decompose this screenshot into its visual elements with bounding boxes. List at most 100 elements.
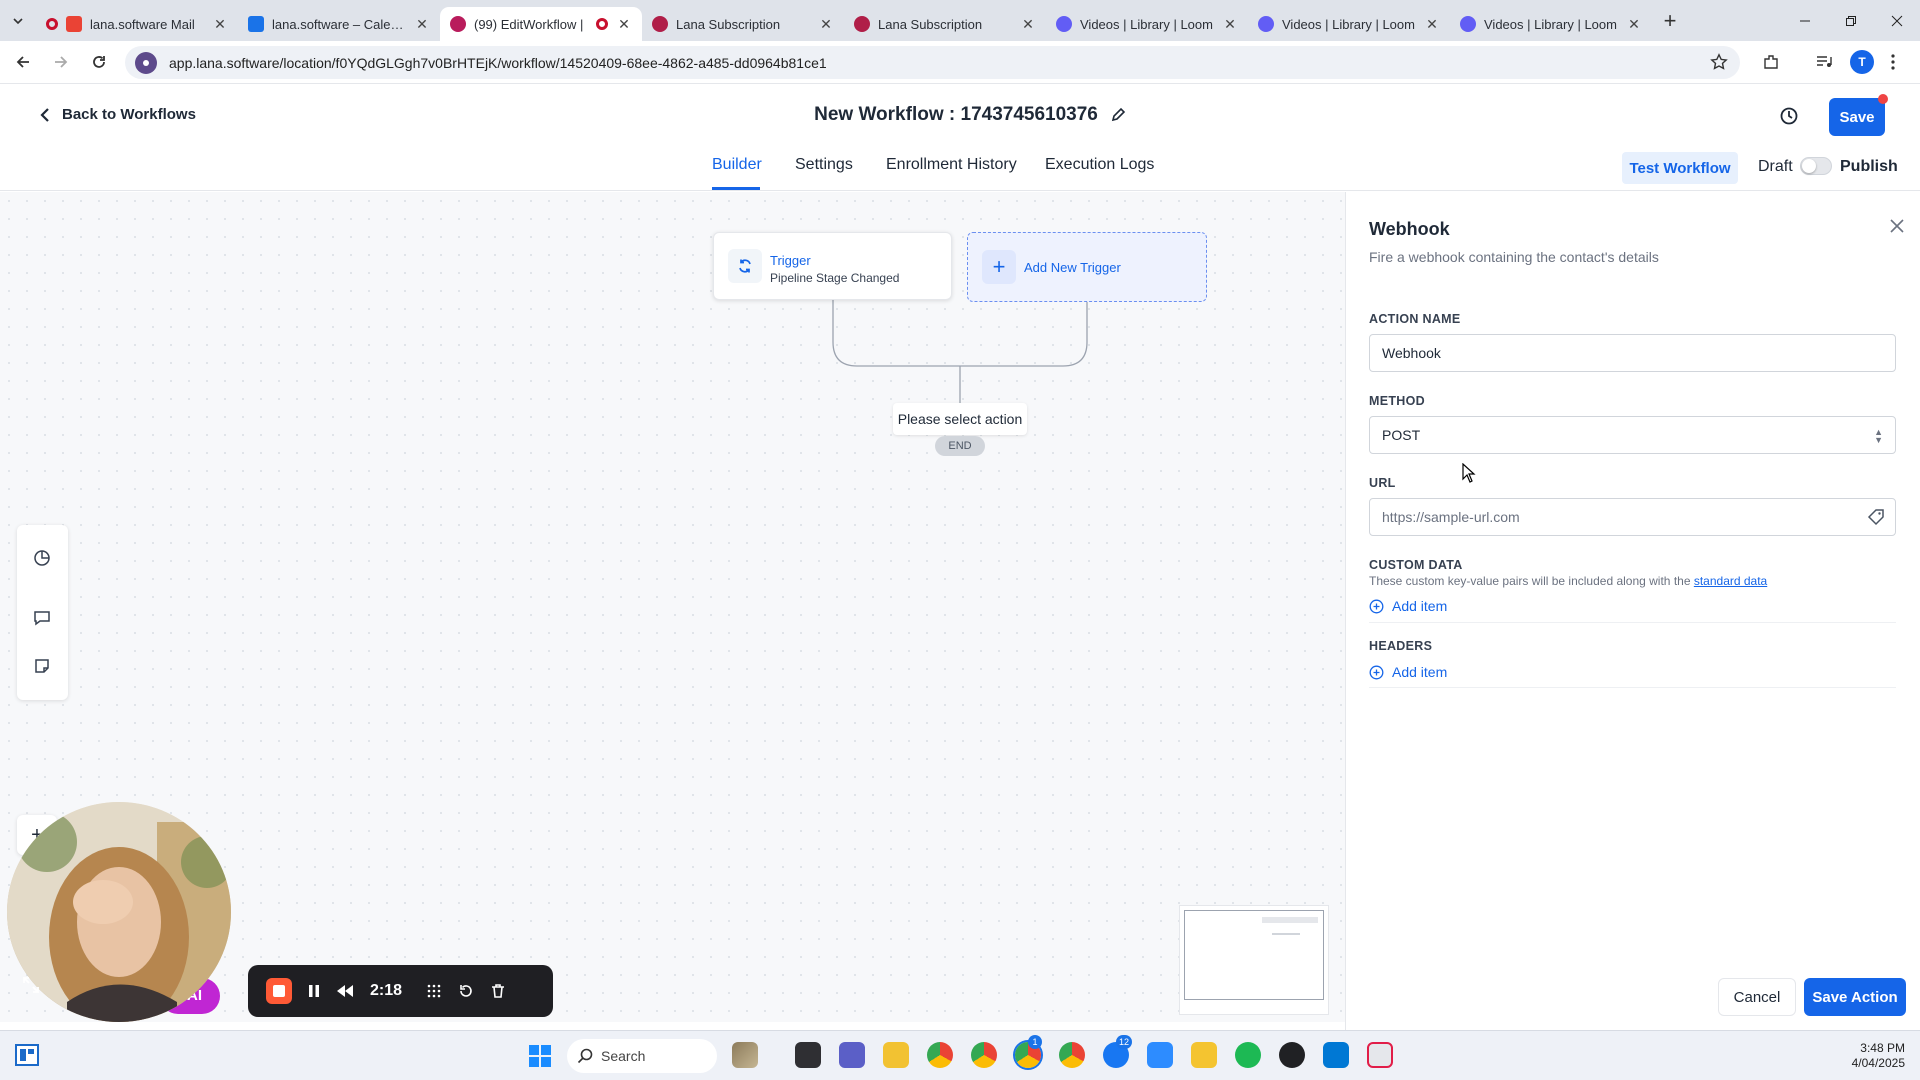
reload-icon[interactable]: [84, 47, 114, 77]
taskbar-notes-icon[interactable]: [1191, 1042, 1217, 1068]
chrome-badge: 1: [1028, 1035, 1042, 1049]
rewind-icon[interactable]: [336, 984, 354, 998]
add-circle-icon: [1369, 665, 1384, 680]
webhook-action-panel: Webhook Fire a webhook containing the co…: [1345, 192, 1920, 1030]
browser-tab-mail[interactable]: lana.software Mail ✕: [36, 7, 238, 41]
search-icon: [577, 1048, 593, 1064]
minimize-icon[interactable]: [1782, 0, 1828, 41]
loom-favicon-icon: [1258, 16, 1274, 32]
recording-indicator-icon: [596, 18, 608, 30]
tab-close-icon[interactable]: ✕: [1424, 16, 1440, 33]
media-controls-icon[interactable]: [1815, 53, 1833, 71]
taskbar-app-icon[interactable]: [1323, 1042, 1349, 1068]
minimap-viewport: [1184, 910, 1324, 1000]
new-tab-button[interactable]: +: [1652, 8, 1688, 34]
method-select[interactable]: POST ▲ ▼: [1369, 416, 1896, 454]
tab-enrollment-history[interactable]: Enrollment History: [886, 156, 1017, 174]
site-info-icon[interactable]: [135, 51, 157, 74]
widgets-icon[interactable]: [15, 1044, 39, 1066]
forward-arrow-icon[interactable]: [46, 47, 76, 77]
close-icon[interactable]: [1890, 219, 1904, 233]
tab-close-icon[interactable]: ✕: [212, 16, 228, 33]
taskbar-file-explorer-icon[interactable]: [883, 1042, 909, 1068]
add-new-trigger-node[interactable]: + Add New Trigger: [967, 232, 1207, 302]
taskbar-chrome-icon[interactable]: [971, 1042, 997, 1068]
browser-tab-calendar[interactable]: lana.software – Calendar ✕: [238, 7, 440, 41]
browser-tab-edit-workflow[interactable]: (99) EditWorkflow | ✕: [440, 7, 642, 41]
tab-execution-logs[interactable]: Execution Logs: [1045, 156, 1154, 174]
browser-tab-loom[interactable]: Videos | Library | Loom ✕: [1450, 7, 1652, 41]
tab-settings[interactable]: Settings: [795, 156, 853, 174]
save-action-button[interactable]: Save Action: [1804, 978, 1906, 1016]
standard-data-link[interactable]: standard data: [1694, 574, 1767, 588]
browser-menu-icon[interactable]: [1890, 53, 1896, 71]
select-action-node[interactable]: Please select action: [893, 403, 1027, 435]
taskbar-search[interactable]: Search: [567, 1039, 717, 1073]
browser-tab-loom[interactable]: Videos | Library | Loom ✕: [1248, 7, 1450, 41]
restore-icon[interactable]: [1828, 0, 1874, 41]
tab-builder[interactable]: Builder: [712, 156, 762, 174]
tab-close-icon[interactable]: ✕: [414, 16, 430, 33]
add-header-item-button[interactable]: Add item: [1369, 664, 1447, 680]
taskbar-zoom-icon[interactable]: [1147, 1042, 1173, 1068]
custom-data-help: These custom key-value pairs will be inc…: [1369, 574, 1767, 588]
taskbar-chrome-icon[interactable]: [1059, 1042, 1085, 1068]
webcam-bubble[interactable]: [7, 802, 231, 1022]
expand-camera-icon[interactable]: [22, 976, 40, 994]
tab-close-icon[interactable]: ✕: [616, 16, 632, 33]
taskbar-snipping-icon[interactable]: [1367, 1042, 1393, 1068]
pause-icon[interactable]: [308, 984, 320, 998]
save-button[interactable]: Save: [1829, 98, 1885, 136]
method-value: POST: [1382, 427, 1421, 443]
profile-avatar[interactable]: T: [1850, 50, 1874, 74]
tag-icon[interactable]: [1867, 508, 1885, 526]
close-window-icon[interactable]: [1874, 0, 1920, 41]
browser-toolbar: app.lana.software/location/f0YQdGLGgh7v0…: [0, 41, 1920, 84]
url-label: URL: [1369, 476, 1396, 490]
browser-tab-loom[interactable]: Videos | Library | Loom ✕: [1046, 7, 1248, 41]
canvas-minimap[interactable]: [1179, 905, 1329, 1015]
tab-title: Lana Subscription: [676, 16, 781, 32]
pie-chart-icon[interactable]: [29, 545, 55, 571]
tab-close-icon[interactable]: ✕: [1626, 16, 1642, 33]
back-arrow-icon[interactable]: [8, 47, 38, 77]
loom-favicon-icon: [1460, 16, 1476, 32]
test-workflow-button[interactable]: Test Workflow: [1622, 152, 1738, 184]
note-icon[interactable]: [29, 653, 55, 679]
comment-icon[interactable]: [29, 605, 55, 631]
edit-pencil-icon[interactable]: [1110, 107, 1126, 123]
add-custom-data-item-button[interactable]: Add item: [1369, 598, 1447, 614]
draft-label: Draft: [1758, 158, 1793, 175]
bookmark-star-icon[interactable]: [1710, 53, 1728, 71]
tab-search-chevron-icon[interactable]: [0, 0, 36, 41]
url-input[interactable]: https://sample-url.com: [1369, 498, 1896, 536]
tab-close-icon[interactable]: ✕: [1020, 16, 1036, 33]
action-name-input[interactable]: Webhook: [1369, 334, 1896, 372]
restart-icon[interactable]: [458, 983, 474, 999]
taskbar-clock[interactable]: 3:48 PM 4/04/2025: [1845, 1041, 1905, 1071]
trash-icon[interactable]: [490, 983, 506, 999]
publish-toggle[interactable]: [1800, 157, 1832, 175]
stop-recording-button[interactable]: [266, 978, 292, 1004]
grid-drag-icon[interactable]: [426, 983, 442, 999]
version-history-icon[interactable]: [1779, 106, 1799, 126]
browser-tab-subscription[interactable]: Lana Subscription ✕: [844, 7, 1046, 41]
browser-tab-subscription[interactable]: Lana Subscription ✕: [642, 7, 844, 41]
cancel-button[interactable]: Cancel: [1718, 978, 1796, 1016]
trigger-node[interactable]: Trigger Pipeline Stage Changed: [713, 232, 952, 300]
taskbar-chrome-icon[interactable]: [927, 1042, 953, 1068]
trigger-subtitle: Pipeline Stage Changed: [770, 271, 900, 285]
taskbar-teams-icon[interactable]: [839, 1042, 865, 1068]
tab-title: Videos | Library | Loom: [1484, 16, 1617, 32]
tab-title: lana.software Mail: [90, 16, 195, 32]
windows-start-icon[interactable]: [528, 1044, 552, 1068]
address-bar[interactable]: app.lana.software/location/f0YQdGLGgh7v0…: [125, 46, 1740, 79]
tab-close-icon[interactable]: ✕: [1222, 16, 1238, 33]
taskbar-terminal-icon[interactable]: [795, 1042, 821, 1068]
extensions-icon[interactable]: [1762, 53, 1780, 71]
tab-close-icon[interactable]: ✕: [818, 16, 834, 33]
tab-title: Lana Subscription: [878, 16, 983, 32]
taskbar-spotify-icon[interactable]: [1235, 1042, 1261, 1068]
taskbar-app-photo-icon[interactable]: [732, 1042, 758, 1068]
taskbar-app-icon[interactable]: [1279, 1042, 1305, 1068]
